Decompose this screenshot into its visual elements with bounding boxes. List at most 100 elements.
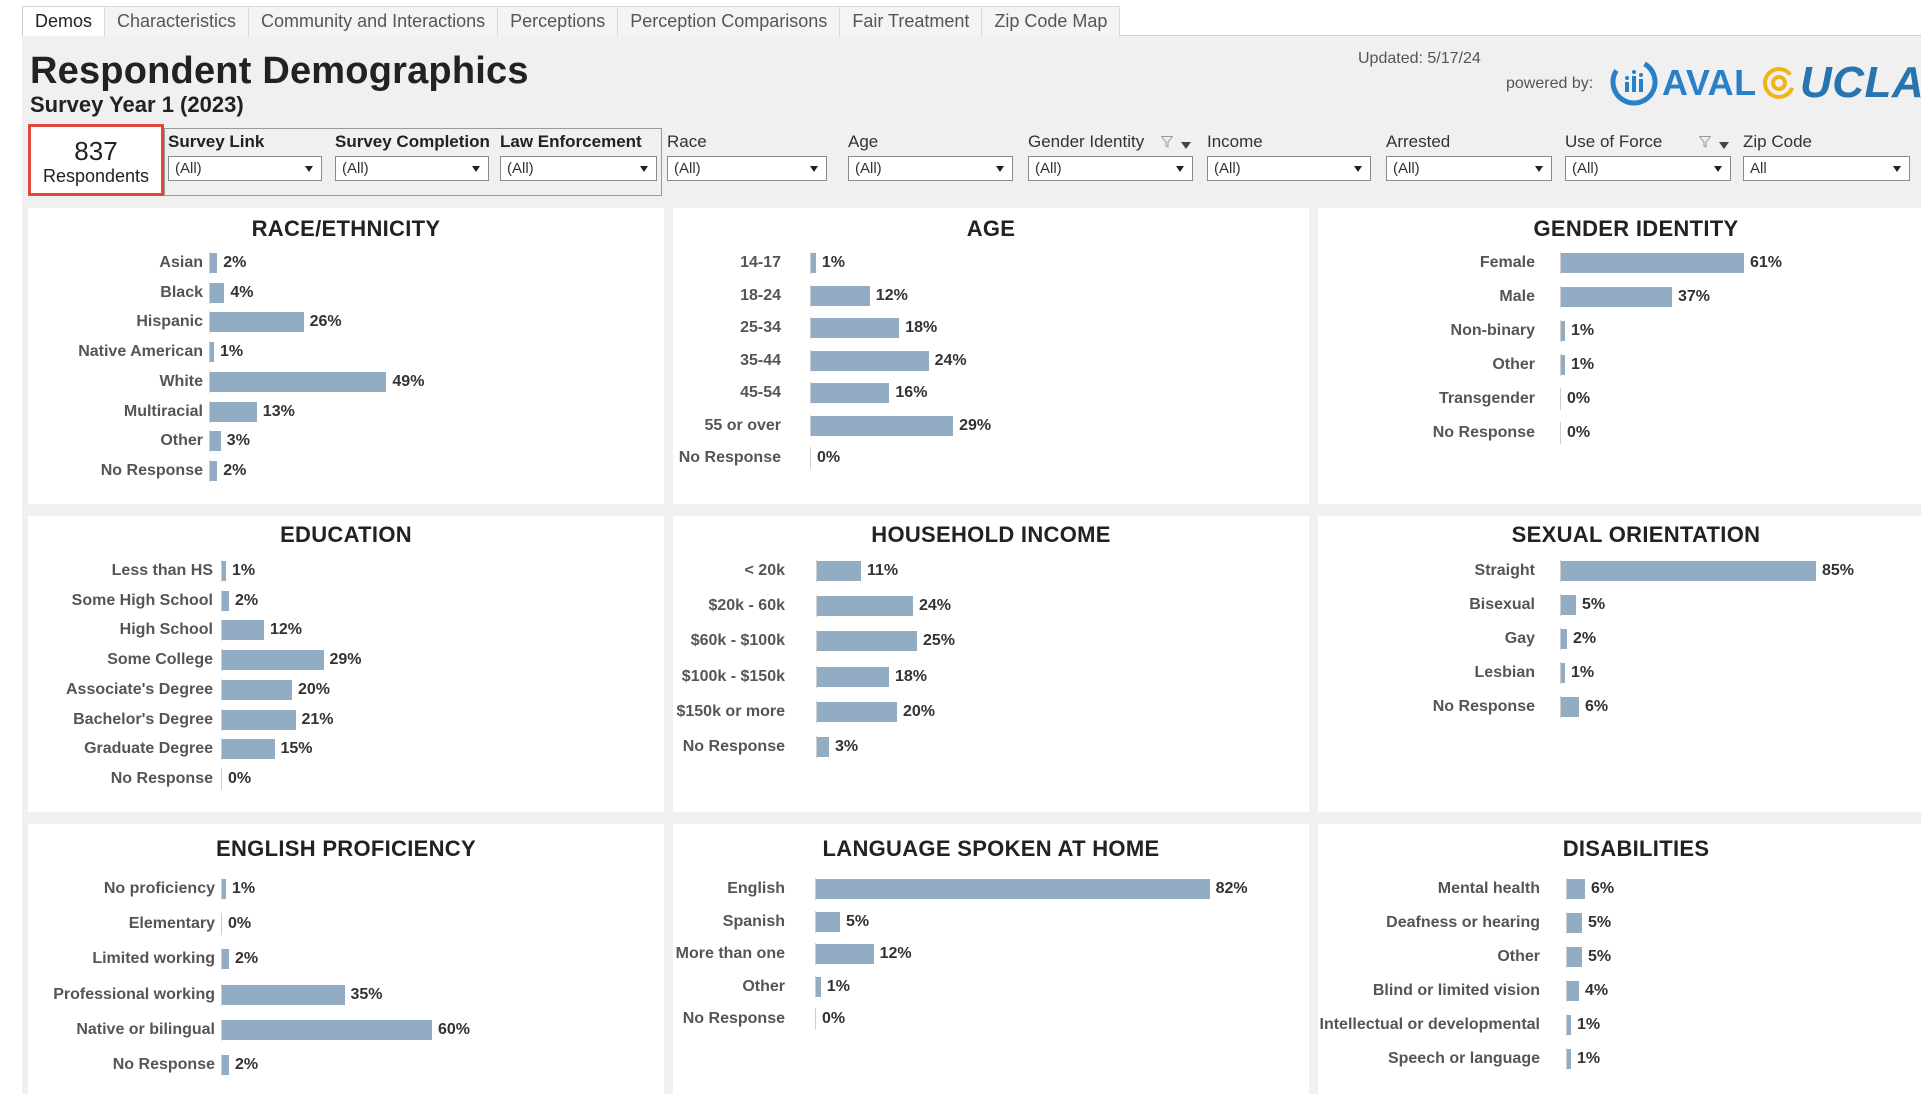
bar[interactable]	[817, 737, 829, 757]
bar[interactable]	[222, 561, 226, 581]
filter-dropdown[interactable]: (All)	[1386, 156, 1552, 181]
bar[interactable]	[210, 282, 225, 303]
bar[interactable]	[222, 739, 275, 760]
bar[interactable]	[1561, 287, 1672, 307]
bar[interactable]	[1561, 355, 1565, 375]
bar[interactable]	[222, 1019, 432, 1040]
category-label: Deafness or hearing	[1386, 914, 1540, 931]
bar[interactable]	[817, 596, 913, 617]
bar[interactable]	[811, 285, 870, 306]
filter-funnel-icon[interactable]	[1699, 136, 1711, 148]
bar[interactable]	[222, 620, 264, 641]
category-label: No Response	[682, 738, 785, 755]
data-label: 20%	[298, 680, 331, 698]
bar[interactable]	[816, 976, 821, 997]
bar[interactable]	[1561, 629, 1567, 649]
bar[interactable]	[811, 253, 816, 273]
filter-menu-chevron-down-icon[interactable]	[1719, 142, 1729, 149]
bar[interactable]	[817, 631, 917, 652]
bar[interactable]	[816, 879, 1210, 899]
bar[interactable]	[210, 431, 221, 452]
bar[interactable]	[210, 371, 387, 392]
tab-zip-code-map[interactable]: Zip Code Map	[981, 6, 1121, 36]
aval-logo-icon	[1610, 58, 1658, 106]
bar[interactable]	[210, 460, 218, 481]
chart-panel-race-ethnicity: RACE/ETHNICITY Asian 2% Black 4% Hispanic 26% N…	[28, 208, 664, 504]
category-label: Native American	[78, 343, 203, 361]
bar[interactable]	[817, 561, 861, 581]
filter-menu-chevron-down-icon[interactable]	[1181, 142, 1191, 149]
category-label: Other	[160, 432, 203, 450]
bar[interactable]	[210, 312, 304, 333]
bar[interactable]	[210, 253, 218, 273]
bar[interactable]	[1567, 879, 1585, 899]
bar[interactable]	[210, 342, 214, 363]
category-label: Lesbian	[1474, 664, 1535, 681]
bar[interactable]	[222, 1055, 229, 1075]
bar[interactable]	[1567, 1049, 1571, 1069]
filter-dropdown[interactable]: (All)	[1028, 156, 1193, 181]
bar-row: 35-44 24%	[673, 349, 1309, 372]
bar[interactable]	[1567, 1015, 1571, 1035]
filter-dropdown[interactable]: All	[1743, 156, 1910, 181]
tab-characteristics[interactable]: Characteristics	[104, 6, 250, 36]
page-subtitle: Survey Year 1 (2023)	[30, 92, 244, 117]
bar-row: Lesbian 1%	[1318, 662, 1921, 684]
chart-panel-disabilities: DISABILITIES Mental health 6% Deafness or h…	[1318, 824, 1921, 1094]
bar-row: More than one 12%	[673, 943, 1309, 965]
filter-label: Zip Code	[1743, 132, 1812, 151]
bar-row: Multiracial 13%	[28, 400, 664, 423]
category-label: $100k - $150k	[681, 667, 785, 685]
bar[interactable]	[222, 984, 345, 1005]
bar[interactable]	[816, 911, 840, 932]
filter-dropdown[interactable]: (All)	[168, 156, 322, 181]
bar-row: Straight 85%	[1318, 560, 1921, 582]
bar[interactable]	[222, 949, 229, 970]
bar[interactable]	[816, 944, 874, 964]
bar-row: Elementary 0%	[28, 913, 664, 936]
category-label: Other	[1497, 948, 1540, 965]
category-label: 45-54	[740, 384, 781, 401]
data-label: 1%	[232, 880, 256, 897]
category-label: Black	[160, 283, 203, 301]
tab-fair-treatment[interactable]: Fair Treatment	[839, 6, 983, 36]
bar[interactable]	[811, 415, 954, 436]
bar[interactable]	[222, 650, 324, 671]
bar[interactable]	[222, 879, 226, 899]
category-label: $150k or more	[676, 702, 785, 720]
filter-funnel-icon[interactable]	[1161, 136, 1173, 148]
bar[interactable]	[1561, 697, 1579, 717]
bar[interactable]	[222, 709, 296, 730]
bar-row: 14-17 1%	[673, 252, 1309, 274]
bar[interactable]	[811, 383, 890, 403]
tab-demos[interactable]: Demos	[22, 6, 106, 37]
tab-perceptions[interactable]: Perceptions	[497, 6, 619, 36]
bar[interactable]	[222, 679, 292, 700]
filter-dropdown[interactable]: (All)	[667, 156, 827, 181]
bar[interactable]	[811, 318, 900, 338]
filter-dropdown[interactable]: (All)	[1207, 156, 1371, 181]
category-label: Some College	[107, 651, 213, 669]
bar[interactable]	[210, 401, 257, 422]
tab-community-and-interactions[interactable]: Community and Interactions	[248, 6, 499, 36]
bar[interactable]	[811, 350, 929, 371]
data-label: 24%	[919, 597, 952, 615]
bar[interactable]	[1561, 595, 1576, 615]
bar[interactable]	[1561, 321, 1565, 341]
bar-row: No Response 2%	[28, 1054, 664, 1076]
bar[interactable]	[1567, 981, 1579, 1001]
bar[interactable]	[817, 666, 889, 687]
bar[interactable]	[1561, 663, 1565, 683]
filter-dropdown[interactable]: (All)	[1565, 156, 1731, 181]
filter-survey-completion: Survey Completion (All)	[335, 131, 490, 181]
bar[interactable]	[1567, 947, 1582, 967]
filter-dropdown[interactable]: (All)	[500, 156, 657, 181]
filter-dropdown[interactable]: (All)	[335, 156, 489, 181]
bar[interactable]	[1561, 561, 1816, 581]
bar[interactable]	[222, 590, 229, 611]
bar[interactable]	[817, 701, 897, 722]
bar[interactable]	[1561, 253, 1744, 273]
filter-dropdown[interactable]: (All)	[848, 156, 1013, 181]
tab-perception-comparisons[interactable]: Perception Comparisons	[617, 6, 841, 36]
bar[interactable]	[1567, 913, 1582, 933]
